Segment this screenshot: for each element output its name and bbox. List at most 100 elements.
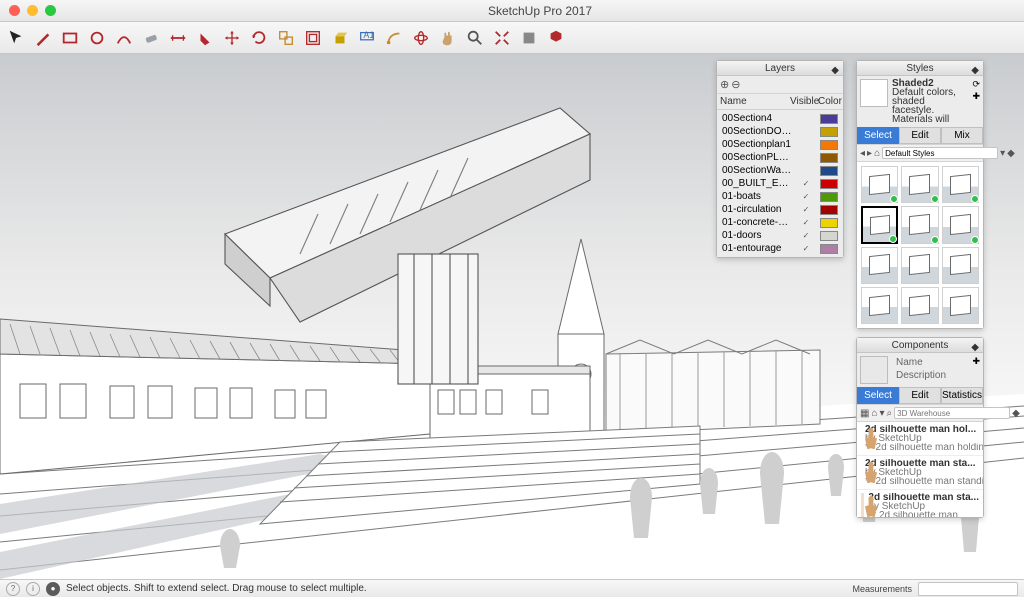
- tab-edit[interactable]: Edit: [899, 127, 941, 144]
- style-item[interactable]: [901, 166, 938, 203]
- rectangle-tool[interactable]: [60, 28, 80, 48]
- style-item[interactable]: [901, 247, 938, 284]
- layer-color-swatch[interactable]: [820, 114, 838, 124]
- style-item[interactable]: [861, 287, 898, 324]
- zoom-extents-tool[interactable]: [492, 28, 512, 48]
- style-item[interactable]: [901, 287, 938, 324]
- components-search-input[interactable]: [894, 407, 1010, 419]
- layer-color-swatch[interactable]: [820, 127, 838, 137]
- pan-tool[interactable]: [438, 28, 458, 48]
- remove-layer-icon[interactable]: ⊖: [731, 78, 740, 91]
- dropdown-icon[interactable]: ▾: [880, 408, 885, 419]
- user-icon[interactable]: ●: [46, 582, 60, 596]
- style-item[interactable]: [942, 166, 979, 203]
- help-icon[interactable]: ?: [6, 582, 20, 596]
- eraser-tool[interactable]: [141, 28, 161, 48]
- search-icon[interactable]: ⌕: [887, 408, 893, 419]
- details-icon[interactable]: ◆: [1012, 408, 1020, 419]
- tab-select[interactable]: Select: [857, 127, 899, 144]
- details-icon[interactable]: ◆: [1007, 148, 1015, 159]
- layers-list[interactable]: 00Section4 00SectionDORM 00Sectionplan1 …: [717, 110, 843, 257]
- extension-tool[interactable]: [546, 28, 566, 48]
- style-item[interactable]: [942, 287, 979, 324]
- layer-color-swatch[interactable]: [820, 231, 838, 241]
- layer-visible-checkbox[interactable]: [792, 243, 820, 254]
- offset-tool[interactable]: [303, 28, 323, 48]
- select-tool[interactable]: [6, 28, 26, 48]
- layer-color-swatch[interactable]: [820, 140, 838, 150]
- component-thumbnail[interactable]: [860, 356, 888, 384]
- line-tool[interactable]: [33, 28, 53, 48]
- styles-panel-title[interactable]: Styles ◆: [857, 61, 983, 76]
- arc-tool[interactable]: [114, 28, 134, 48]
- layer-row[interactable]: 01-entourage: [719, 242, 841, 255]
- layers-panel-title[interactable]: Layers ◆: [717, 61, 843, 76]
- styles-grid[interactable]: [857, 162, 983, 328]
- zoom-icon[interactable]: [45, 5, 56, 16]
- view-icon[interactable]: ▦: [860, 408, 869, 419]
- minimize-icon[interactable]: [27, 5, 38, 16]
- style-new-icon[interactable]: ✚: [972, 91, 980, 102]
- layer-row[interactable]: 01-boats: [719, 190, 841, 203]
- back-icon[interactable]: ◂: [860, 148, 865, 159]
- visible-column[interactable]: Visible: [790, 96, 818, 107]
- layer-color-swatch[interactable]: [820, 192, 838, 202]
- home-icon[interactable]: ⌂: [871, 408, 877, 419]
- style-thumbnail[interactable]: [860, 79, 888, 107]
- layer-color-swatch[interactable]: [820, 218, 838, 228]
- layer-visible-checkbox[interactable]: [792, 178, 820, 189]
- follow-tool[interactable]: [384, 28, 404, 48]
- layer-row[interactable]: 01-concrete-bldg: [719, 216, 841, 229]
- component-item[interactable]: 2d silhouette man sta...by SketchUp ** 2…: [857, 456, 983, 490]
- paint-tool[interactable]: [195, 28, 215, 48]
- pushpull-tool[interactable]: [330, 28, 350, 48]
- scale-tool[interactable]: [276, 28, 296, 48]
- info-icon[interactable]: i: [26, 582, 40, 596]
- forward-icon[interactable]: ▸: [867, 148, 872, 159]
- component-item[interactable]: 2d silhouette man hol...by SketchUp ** 2…: [857, 422, 983, 456]
- measurements-input[interactable]: [918, 582, 1018, 596]
- layer-visible-checkbox[interactable]: [792, 204, 820, 215]
- style-item[interactable]: [861, 166, 898, 203]
- layer-color-swatch[interactable]: [820, 166, 838, 176]
- dropdown-icon[interactable]: ▾: [1000, 148, 1005, 159]
- layer-row[interactable]: 01-doors: [719, 229, 841, 242]
- layer-row[interactable]: 00_BUILT_Enviro: [719, 177, 841, 190]
- orbit-tool[interactable]: [411, 28, 431, 48]
- tab-statistics[interactable]: Statistics: [941, 387, 983, 404]
- style-update-icon[interactable]: ⟳: [972, 79, 980, 90]
- panel-menu-icon[interactable]: ◆: [971, 63, 979, 78]
- circle-tool[interactable]: [87, 28, 107, 48]
- styles-collection-select[interactable]: [882, 147, 998, 159]
- layer-row[interactable]: 01-circulation: [719, 203, 841, 216]
- layer-visible-checkbox[interactable]: [792, 217, 820, 228]
- zoom-tool[interactable]: [465, 28, 485, 48]
- component-item[interactable]: 2d silhouette man sta...by SketchUp ** 2…: [857, 490, 983, 517]
- style-item[interactable]: [901, 206, 938, 243]
- layer-row[interactable]: 00Section4: [719, 112, 841, 125]
- layer-color-swatch[interactable]: [820, 205, 838, 215]
- panel-menu-icon[interactable]: ◆: [831, 63, 839, 78]
- tab-mix[interactable]: Mix: [941, 127, 983, 144]
- text-tool[interactable]: A1: [357, 28, 377, 48]
- components-list[interactable]: 2d silhouette man hol...by SketchUp ** 2…: [857, 422, 983, 517]
- rotate-tool[interactable]: [249, 28, 269, 48]
- section-tool[interactable]: [519, 28, 539, 48]
- layer-color-swatch[interactable]: [820, 244, 838, 254]
- home-icon[interactable]: ⌂: [874, 148, 880, 159]
- layer-color-swatch[interactable]: [820, 153, 838, 163]
- style-item[interactable]: [942, 247, 979, 284]
- tab-edit[interactable]: Edit: [899, 387, 941, 404]
- layer-visible-checkbox[interactable]: [792, 191, 820, 202]
- layer-row[interactable]: 00Sectionplan1: [719, 138, 841, 151]
- layer-row[interactable]: 00SectionPLAND: [719, 151, 841, 164]
- layer-color-swatch[interactable]: [820, 179, 838, 189]
- layer-row[interactable]: 00SectionDORM: [719, 125, 841, 138]
- add-layer-icon[interactable]: ⊕: [720, 78, 729, 91]
- tape-tool[interactable]: [168, 28, 188, 48]
- tab-select[interactable]: Select: [857, 387, 899, 404]
- layer-row[interactable]: 00SectionWalkwa: [719, 164, 841, 177]
- name-column[interactable]: Name: [720, 96, 790, 107]
- close-icon[interactable]: [9, 5, 20, 16]
- layer-visible-checkbox[interactable]: [792, 230, 820, 241]
